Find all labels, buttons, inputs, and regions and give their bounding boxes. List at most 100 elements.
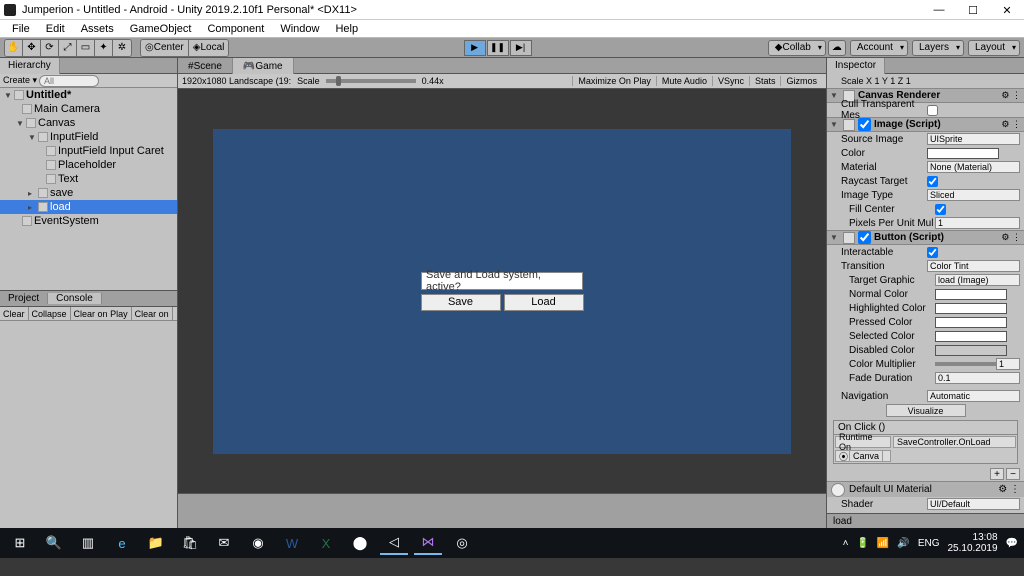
rotate-tool-icon[interactable]: ⟳ bbox=[41, 40, 59, 56]
opt-vsync[interactable]: VSync bbox=[712, 76, 749, 86]
game-input-field[interactable]: Save and Load system, active? bbox=[421, 272, 583, 290]
opt-gizmos[interactable]: Gizmos bbox=[780, 76, 822, 86]
opt-mute[interactable]: Mute Audio bbox=[656, 76, 712, 86]
transition-dropdown[interactable]: Color Tint bbox=[927, 260, 1020, 272]
resolution-dropdown[interactable]: 1920x1080 Landscape (19: bbox=[182, 76, 291, 86]
component-button[interactable]: ▼Button (Script)⚙ ⋮ bbox=[827, 230, 1024, 245]
menu-gameobject[interactable]: GameObject bbox=[124, 23, 198, 35]
start-button[interactable]: ⊞ bbox=[6, 531, 34, 555]
scale-tool-icon[interactable]: ⤢ bbox=[59, 40, 77, 56]
console-clear-on-play[interactable]: Clear on Play bbox=[71, 307, 132, 320]
task-view-icon[interactable]: ▥ bbox=[74, 531, 102, 555]
scene-name[interactable]: Untitled* bbox=[26, 89, 71, 101]
menu-window[interactable]: Window bbox=[274, 23, 325, 35]
tree-item[interactable]: InputField Input Caret bbox=[58, 145, 164, 157]
account-dropdown[interactable]: Account bbox=[850, 40, 908, 56]
step-button[interactable]: ▶| bbox=[510, 40, 532, 56]
scene-tab[interactable]: # Scene bbox=[178, 58, 233, 74]
pause-button[interactable]: ❚❚ bbox=[487, 40, 509, 56]
menu-assets[interactable]: Assets bbox=[75, 23, 120, 35]
pressed-color-swatch[interactable] bbox=[935, 317, 1007, 328]
ppu-field[interactable]: 1 bbox=[935, 217, 1020, 229]
tree-item[interactable]: Placeholder bbox=[58, 159, 116, 171]
cull-checkbox[interactable] bbox=[927, 105, 938, 116]
app2-icon[interactable]: ◎ bbox=[448, 531, 476, 555]
rect-tool-icon[interactable]: ▭ bbox=[77, 40, 95, 56]
menu-help[interactable]: Help bbox=[329, 23, 364, 35]
tray-chevron-icon[interactable]: ˄ bbox=[843, 538, 849, 549]
unity-taskbar-icon[interactable]: ◁ bbox=[380, 531, 408, 555]
store-icon[interactable]: 🛍 bbox=[176, 531, 204, 555]
remove-event-button[interactable]: − bbox=[1006, 468, 1020, 480]
visualstudio-icon[interactable]: ⋈ bbox=[414, 531, 442, 555]
source-image-field[interactable]: UISprite bbox=[927, 133, 1020, 145]
tree-item-selected[interactable]: load bbox=[50, 201, 71, 213]
material-section[interactable]: Default UI Material ⚙ ⋮ bbox=[827, 481, 1024, 497]
move-tool-icon[interactable]: ✥ bbox=[23, 40, 41, 56]
console-tab[interactable]: Console bbox=[48, 293, 102, 304]
hierarchy-search[interactable] bbox=[39, 75, 99, 87]
chrome-icon[interactable]: ◉ bbox=[244, 531, 272, 555]
create-dropdown[interactable]: Create ▾ bbox=[3, 75, 37, 86]
visualize-button[interactable]: Visualize bbox=[886, 404, 966, 417]
gear-icon[interactable]: ⚙ ⋮ bbox=[1001, 232, 1021, 243]
highlighted-color-swatch[interactable] bbox=[935, 303, 1007, 314]
play-button[interactable]: ▶ bbox=[464, 40, 486, 56]
fade-field[interactable]: 0.1 bbox=[935, 372, 1020, 384]
game-load-button[interactable]: Load bbox=[504, 294, 584, 311]
target-graphic-field[interactable]: load (Image) bbox=[935, 274, 1020, 286]
console-collapse[interactable]: Collapse bbox=[29, 307, 71, 320]
space-toggle[interactable]: ◈ Local bbox=[189, 40, 229, 56]
scale-slider[interactable] bbox=[336, 76, 341, 86]
add-event-button[interactable]: + bbox=[990, 468, 1004, 480]
notifications-icon[interactable]: 💬 bbox=[1006, 538, 1018, 549]
search-icon[interactable]: 🔍 bbox=[40, 531, 68, 555]
multiplier-slider[interactable] bbox=[935, 362, 996, 366]
tree-item[interactable]: Canvas bbox=[38, 117, 75, 129]
gear-icon[interactable]: ⚙ ⋮ bbox=[998, 484, 1020, 495]
battery-icon[interactable]: 🔋 bbox=[856, 538, 868, 549]
inspector-tab[interactable]: Inspector bbox=[827, 58, 885, 74]
language-indicator[interactable]: ENG bbox=[918, 538, 940, 549]
interactable-checkbox[interactable] bbox=[927, 247, 938, 258]
gear-icon[interactable]: ⚙ ⋮ bbox=[1001, 119, 1021, 130]
shader-dropdown[interactable]: UI/Default bbox=[927, 498, 1020, 510]
console-clear-on-build[interactable]: Clear on bbox=[132, 307, 173, 320]
image-enable-checkbox[interactable] bbox=[858, 118, 871, 131]
runtime-dropdown[interactable]: Runtime On bbox=[835, 436, 891, 448]
gear-icon[interactable]: ⚙ ⋮ bbox=[1001, 90, 1021, 101]
explorer-icon[interactable]: 📁 bbox=[142, 531, 170, 555]
pivot-toggle[interactable]: ◎ Center bbox=[141, 40, 189, 56]
collab-dropdown[interactable]: ◆ Collab bbox=[768, 40, 826, 56]
color-swatch[interactable] bbox=[927, 148, 999, 159]
function-dropdown[interactable]: SaveController.OnLoad bbox=[893, 436, 1016, 448]
tree-item[interactable]: save bbox=[50, 187, 73, 199]
console-clear[interactable]: Clear bbox=[0, 307, 29, 320]
tree-item[interactable]: Text bbox=[58, 173, 78, 185]
hierarchy-tab[interactable]: Hierarchy bbox=[0, 58, 60, 74]
disabled-color-swatch[interactable] bbox=[935, 345, 1007, 356]
custom-tool-icon[interactable]: ✲ bbox=[113, 40, 131, 56]
clock[interactable]: 13:08 25.10.2019 bbox=[947, 532, 997, 554]
multiplier-field[interactable]: 1 bbox=[996, 358, 1020, 370]
button-enable-checkbox[interactable] bbox=[858, 231, 871, 244]
tree-item[interactable]: InputField bbox=[50, 131, 98, 143]
hand-tool-icon[interactable]: ✋ bbox=[5, 40, 23, 56]
normal-color-swatch[interactable] bbox=[935, 289, 1007, 300]
maximize-button[interactable]: ☐ bbox=[956, 0, 990, 20]
menu-edit[interactable]: Edit bbox=[40, 23, 71, 35]
menu-component[interactable]: Component bbox=[201, 23, 270, 35]
cloud-icon[interactable]: ☁ bbox=[828, 40, 846, 56]
project-tab[interactable]: Project bbox=[0, 293, 48, 304]
raycast-checkbox[interactable] bbox=[927, 176, 938, 187]
object-field[interactable]: ⦿ Canva bbox=[835, 450, 891, 462]
minimize-button[interactable]: — bbox=[922, 0, 956, 20]
tree-item[interactable]: Main Camera bbox=[34, 103, 100, 115]
opt-stats[interactable]: Stats bbox=[749, 76, 781, 86]
menu-file[interactable]: File bbox=[6, 23, 36, 35]
wifi-icon[interactable]: 📶 bbox=[877, 538, 889, 549]
word-icon[interactable]: W bbox=[278, 531, 306, 555]
navigation-dropdown[interactable]: Automatic bbox=[927, 390, 1020, 402]
layout-dropdown[interactable]: Layout bbox=[968, 40, 1020, 56]
app-icon[interactable]: ⬤ bbox=[346, 531, 374, 555]
